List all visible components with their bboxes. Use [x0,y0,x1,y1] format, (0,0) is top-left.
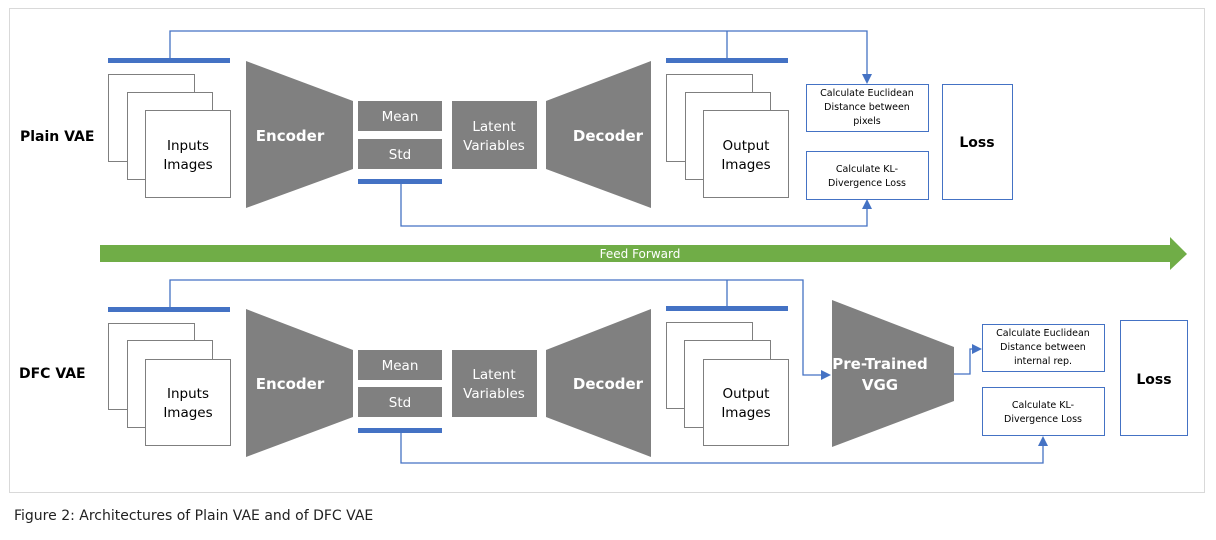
latent-label-line2: Variables [463,138,525,154]
loss-label: Loss [959,135,994,151]
outputs-label-line2: Images [721,157,770,173]
row-label: DFC VAE [19,366,86,382]
latent-bar [358,428,442,433]
kl-label-line2: Divergence Loss [828,178,906,189]
input-image-front [145,110,231,198]
latent-block [452,350,537,417]
euclid-label-line1: Calculate Euclidean [820,88,914,99]
output-bar [666,306,788,311]
kl-divergence-box [982,387,1105,436]
architecture-diagram: Plain VAE Inputs Images Encoder Mean Std… [9,8,1205,493]
inputs-label-line1: Inputs [167,386,209,402]
latent-block [452,101,537,169]
input-image-front [145,359,231,446]
input-bar [108,307,230,312]
loss-label: Loss [1136,372,1171,388]
euclid-label-line1: Calculate Euclidean [996,328,1090,339]
input-bar [108,58,230,63]
inputs-label-line2: Images [163,405,212,421]
euclid-label-line2: Distance between [824,102,910,113]
decoder-label: Decoder [573,127,644,145]
figure-caption: Figure 2: Architectures of Plain VAE and… [14,508,374,524]
euclid-label-line3: internal rep. [1014,356,1072,367]
std-label: Std [389,395,411,411]
decoder-label: Decoder [573,375,644,393]
latent-label-line1: Latent [472,367,515,383]
feed-forward-label: Feed Forward [600,247,681,261]
euclid-label-line3: pixels [853,116,880,127]
outputs-label-line2: Images [721,405,770,421]
inputs-label-line1: Inputs [167,138,209,154]
outputs-label-line1: Output [723,138,770,154]
vgg-label-line2: VGG [862,376,898,394]
latent-bar [358,179,442,184]
row-label: Plain VAE [20,129,94,145]
encoder-label: Encoder [256,375,325,393]
mean-label: Mean [382,109,419,125]
inputs-label-line2: Images [163,157,212,173]
latent-label-line1: Latent [472,119,515,135]
output-image-front [703,359,789,446]
outputs-label-line1: Output [723,386,770,402]
kl-divergence-box [806,151,929,200]
mean-label: Mean [382,358,419,374]
kl-label-line1: Calculate KL- [836,164,898,175]
vgg-label-line1: Pre-Trained [832,355,927,373]
output-bar [666,58,788,63]
encoder-label: Encoder [256,127,325,145]
std-label: Std [389,147,411,163]
latent-label-line2: Variables [463,386,525,402]
output-image-front [703,110,789,198]
euclid-label-line2: Distance between [1000,342,1086,353]
kl-label-line1: Calculate KL- [1012,400,1074,411]
kl-label-line2: Divergence Loss [1004,414,1082,425]
